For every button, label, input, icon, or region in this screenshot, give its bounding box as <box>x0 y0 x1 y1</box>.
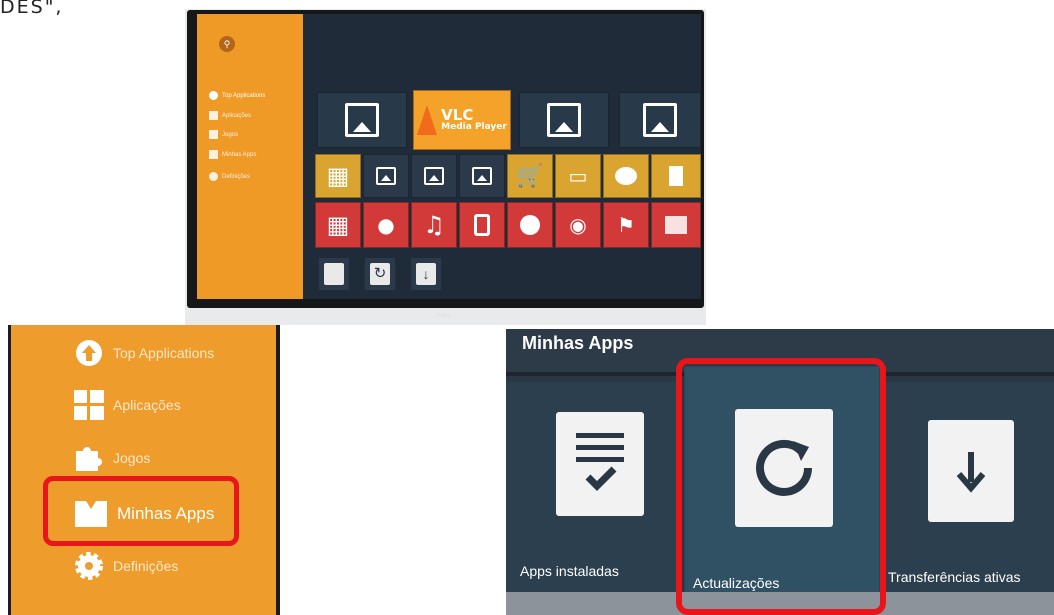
checklist-icon <box>324 263 344 285</box>
tv-tile-bomb[interactable] <box>507 202 553 248</box>
head-idea-icon: ● <box>377 213 395 237</box>
tv-tile-chip[interactable]: ◉ <box>555 202 601 248</box>
tv-menu-top-applications[interactable]: Top Applications <box>209 91 265 100</box>
tv-tile-grid-red[interactable]: ▦ <box>315 202 361 248</box>
grid-icon: ▦ <box>326 162 350 190</box>
map-icon <box>665 216 687 234</box>
search-icon[interactable]: ⚲ <box>219 36 235 52</box>
tv-tile-installed[interactable] <box>319 258 349 290</box>
bomb-icon <box>520 215 540 235</box>
tv-screen: ⚲ Top Applications Aplicações Jogos Minh… <box>197 14 701 299</box>
gameboy-icon <box>474 214 490 236</box>
gear-icon <box>73 550 105 582</box>
tv-tile-chat[interactable] <box>603 154 649 198</box>
tv-tile-image-1[interactable] <box>317 92 407 148</box>
card-apps-instaladas[interactable]: Apps instaladas <box>506 382 676 592</box>
tv-menu-aplicacoes[interactable]: Aplicações <box>209 111 251 120</box>
tv-menu-definicoes[interactable]: Definições <box>209 172 250 181</box>
tv-tile-grid-yellow[interactable]: ▦ <box>315 154 361 198</box>
tv-tile-gameboy[interactable] <box>459 202 505 248</box>
document-icon <box>669 166 683 186</box>
tv-brand: Philco <box>437 313 451 319</box>
checklist-icon <box>556 412 644 516</box>
tv-tile-map[interactable] <box>651 202 701 248</box>
puzzle-icon <box>73 442 105 474</box>
download-arrow-icon: ↓ <box>416 263 436 285</box>
phone-icon: ▭ <box>568 164 588 188</box>
casino-chip-icon: ◉ <box>569 213 587 237</box>
image-icon <box>547 103 581 137</box>
image-icon <box>472 167 492 185</box>
tv-tile-grid: VLC Media Player ▦ 🛒 ▭ ▦ ● ♫ ◉ ⚑ ↻ ↓ <box>303 14 701 299</box>
image-icon <box>376 167 396 185</box>
tv-tile-updates[interactable]: ↻ <box>365 258 395 290</box>
puzzle-icon <box>209 130 218 139</box>
tv-tile-music[interactable]: ♫ <box>411 202 457 248</box>
tv-tile-image-s2[interactable] <box>411 154 457 198</box>
sidebar-item-jogos[interactable]: Jogos <box>73 442 150 474</box>
arrow-up-circle-icon <box>73 337 105 369</box>
grid-icon <box>209 111 218 120</box>
tv-menu-jogos[interactable]: Jogos <box>209 130 238 139</box>
refresh-icon: ↻ <box>370 263 390 285</box>
tv-tile-flag[interactable]: ⚑ <box>603 202 649 248</box>
tv-tile-vlc[interactable]: VLC Media Player <box>413 90 511 150</box>
highlight-box-minhas-apps <box>43 476 239 546</box>
image-icon <box>643 103 677 137</box>
grid-icon: ▦ <box>326 211 350 239</box>
highlight-box-actualizacoes <box>676 358 886 615</box>
caption-fragment: DES", <box>0 0 64 18</box>
tv-tile-image-s1[interactable] <box>363 154 409 198</box>
arrow-up-circle-icon <box>209 91 218 100</box>
tv-tile-document[interactable] <box>651 154 701 198</box>
tv-menu-minhas-apps[interactable]: Minhas Apps <box>209 150 256 159</box>
tv-sidebar: ⚲ Top Applications Aplicações Jogos Minh… <box>197 14 303 299</box>
image-icon <box>424 167 444 185</box>
cart-icon: 🛒 <box>516 163 544 189</box>
checkered-flag-icon: ⚑ <box>617 213 635 237</box>
card-transferencias-ativas[interactable]: Transferências ativas <box>886 382 1054 592</box>
sidebar-item-definicoes[interactable]: Definições <box>73 550 178 582</box>
tv-tile-head[interactable]: ● <box>363 202 409 248</box>
vlc-cone-icon: VLC Media Player <box>417 105 507 135</box>
sidebar-item-aplicacoes[interactable]: Aplicações <box>73 389 181 421</box>
gear-icon <box>209 172 218 181</box>
music-icon: ♫ <box>423 211 445 239</box>
download-arrow-icon <box>928 420 1014 522</box>
sidebar-item-top-applications[interactable]: Top Applications <box>73 337 214 369</box>
chat-icon <box>615 167 637 185</box>
tv-tile-image-3[interactable] <box>619 92 701 148</box>
bag-icon <box>209 150 218 159</box>
sidebar-crop: Top Applications Aplicações Jogos Minhas… <box>11 325 276 615</box>
page-title: Minhas Apps <box>522 333 634 353</box>
grid-icon <box>73 389 105 421</box>
tv-tile-image-s3[interactable] <box>459 154 505 198</box>
image-icon <box>345 103 379 137</box>
tv-tile-cart[interactable]: 🛒 <box>507 154 553 198</box>
tv-tile-downloads[interactable]: ↓ <box>411 258 441 290</box>
tv-tile-phone[interactable]: ▭ <box>555 154 601 198</box>
tv-tile-image-2[interactable] <box>519 92 609 148</box>
